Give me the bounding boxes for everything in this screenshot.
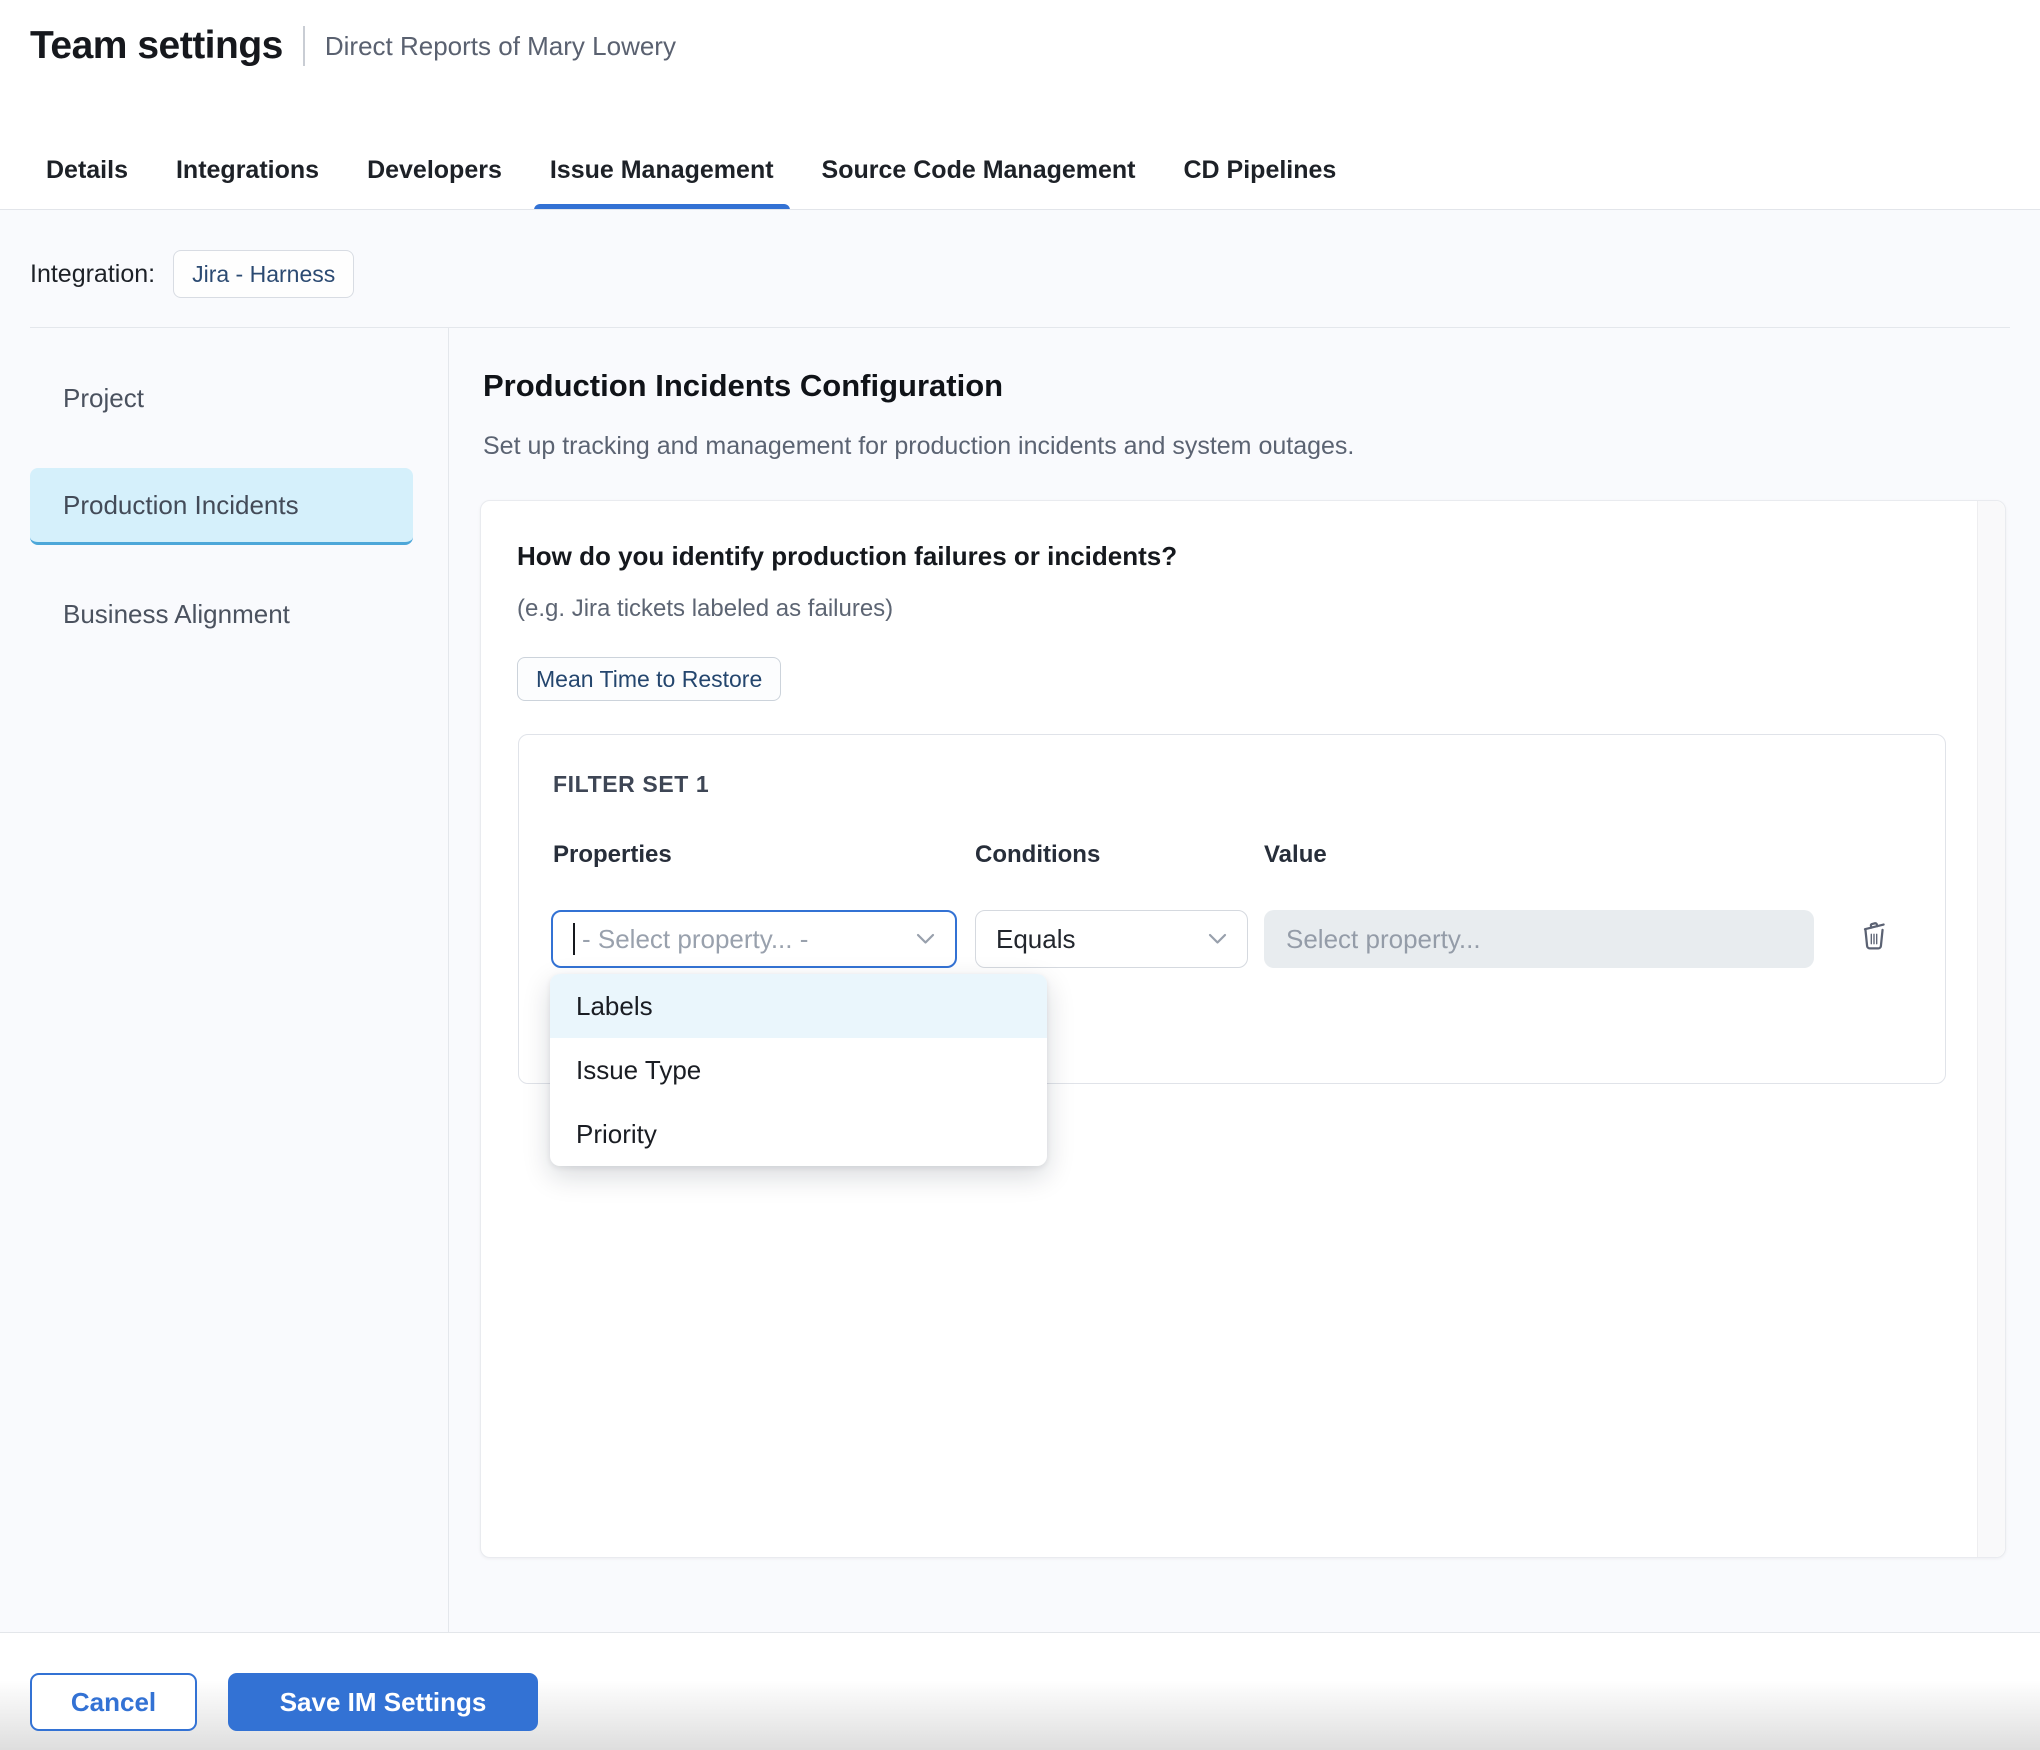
section-title: Production Incidents Configuration — [483, 368, 1003, 404]
dropdown-option-labels[interactable]: Labels — [550, 974, 1047, 1038]
issue-management-panel: Integration: Jira - Harness Project Prod… — [0, 210, 2040, 1632]
tab-issue-management[interactable]: Issue Management — [534, 130, 790, 210]
dropdown-option-issue-type[interactable]: Issue Type — [550, 1038, 1047, 1102]
tab-developers[interactable]: Developers — [351, 130, 518, 210]
page-header: Team settings Direct Reports of Mary Low… — [30, 24, 676, 68]
sidebar-item-project[interactable]: Project — [30, 360, 413, 437]
tab-bar: Details Integrations Developers Issue Ma… — [30, 130, 1352, 210]
integration-row: Integration: Jira - Harness — [30, 250, 354, 298]
tab-source-code-management[interactable]: Source Code Management — [806, 130, 1152, 210]
trash-icon — [1856, 917, 1892, 953]
cancel-button[interactable]: Cancel — [30, 1673, 197, 1731]
delete-filter-button[interactable] — [1854, 916, 1894, 956]
team-settings-page: Team settings Direct Reports of Mary Low… — [0, 0, 2040, 1750]
question-hint: (e.g. Jira tickets labeled as failures) — [517, 595, 893, 623]
footer-bar: Cancel Save IM Settings — [0, 1632, 2040, 1750]
filter-set-title: FILTER SET 1 — [553, 771, 709, 798]
text-cursor — [573, 923, 575, 955]
integration-chip[interactable]: Jira - Harness — [173, 250, 354, 298]
sidebar-divider — [448, 327, 449, 1632]
tab-cd-pipelines[interactable]: CD Pipelines — [1168, 130, 1353, 210]
sidebar-item-production-incidents[interactable]: Production Incidents — [30, 468, 413, 545]
column-label-value: Value — [1264, 841, 1327, 869]
column-label-properties: Properties — [553, 841, 672, 869]
tab-details[interactable]: Details — [30, 130, 144, 210]
question-title: How do you identify production failures … — [517, 541, 1177, 572]
card-scrollbar-track[interactable] — [1977, 501, 2005, 1557]
page-title: Team settings — [30, 24, 283, 68]
conditions-value: Equals — [996, 924, 1076, 955]
integration-label: Integration: — [30, 260, 155, 289]
tab-integrations[interactable]: Integrations — [160, 130, 335, 210]
chevron-down-icon — [1208, 933, 1227, 945]
horizontal-divider — [30, 327, 2010, 328]
column-label-conditions: Conditions — [975, 841, 1100, 869]
dropdown-option-priority[interactable]: Priority — [550, 1102, 1047, 1166]
properties-placeholder: - Select property... - — [582, 924, 808, 955]
properties-dropdown-menu: Labels Issue Type Priority — [550, 974, 1047, 1166]
sidebar-item-business-alignment[interactable]: Business Alignment — [30, 576, 413, 653]
save-im-settings-button[interactable]: Save IM Settings — [228, 1673, 538, 1731]
chevron-down-icon — [916, 933, 935, 945]
value-input[interactable] — [1264, 910, 1814, 968]
page-subtitle: Direct Reports of Mary Lowery — [325, 31, 676, 62]
section-subtitle: Set up tracking and management for produ… — [483, 432, 1354, 461]
title-separator — [303, 26, 305, 66]
metric-tab-mean-time-to-restore[interactable]: Mean Time to Restore — [517, 657, 781, 701]
conditions-select[interactable]: Equals — [975, 910, 1248, 968]
properties-select[interactable]: - Select property... - — [551, 910, 957, 968]
